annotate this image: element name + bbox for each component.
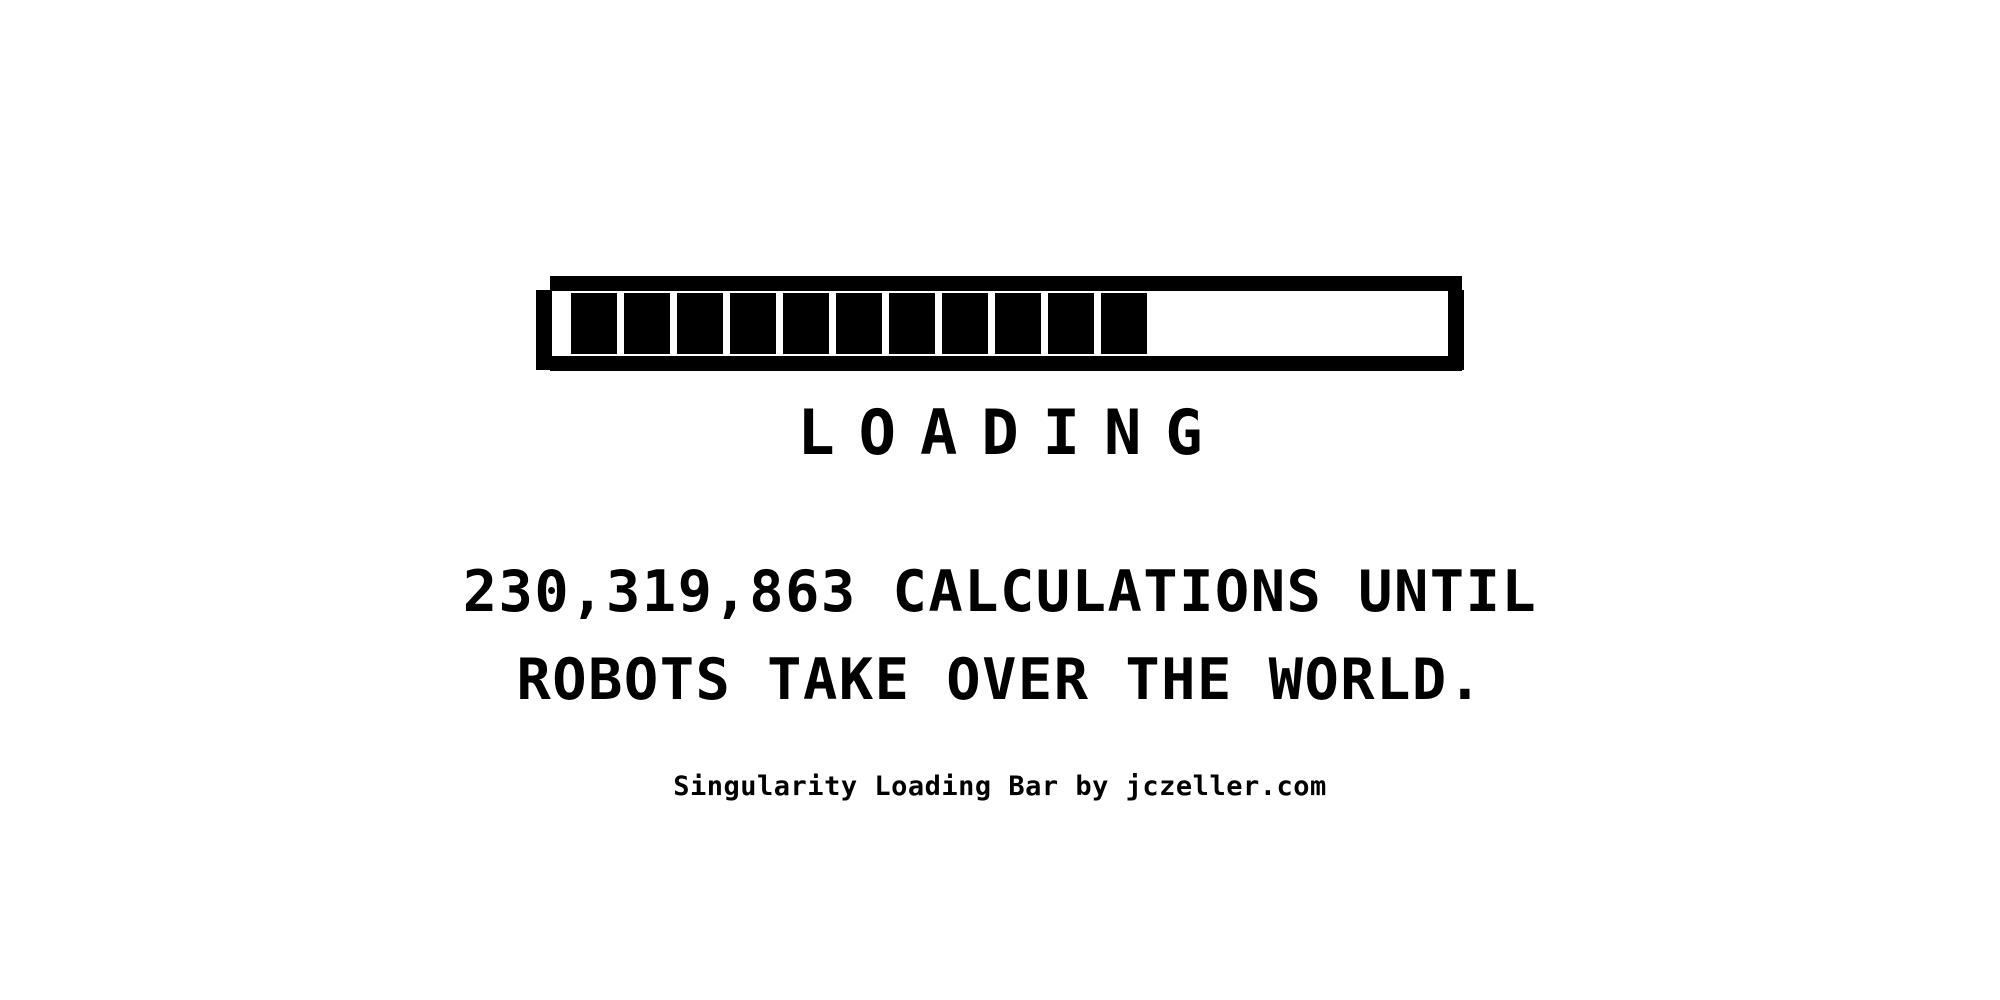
progress-bar-segment-filled: [889, 293, 935, 354]
progress-bar-top-rail: [550, 276, 1462, 291]
loading-status-label: LOADING: [797, 396, 1227, 469]
headline-line-1: 230,319,863 CALCULATIONS UNTIL: [462, 559, 1538, 625]
progress-bar-segment-filled: [571, 293, 617, 354]
progress-bar-track: [554, 292, 1446, 355]
progress-bar-segment-filled: [1101, 293, 1147, 354]
progress-bar-bottom-rail: [550, 356, 1462, 371]
progress-bar-segment-filled: [624, 293, 670, 354]
progress-bar-segment-filled: [995, 293, 1041, 354]
page-root: LOADING 230,319,863 CALCULATIONS UNTIL R…: [0, 0, 2000, 1000]
headline-text: 230,319,863 CALCULATIONS UNTIL ROBOTS TA…: [0, 548, 2000, 724]
progress-bar-segment-filled: [783, 293, 829, 354]
headline-line-2: ROBOTS TAKE OVER THE WORLD.: [516, 647, 1484, 713]
progress-bar-segment-filled: [730, 293, 776, 354]
progress-bar-segment-filled: [942, 293, 988, 354]
progress-bar-segment-filled: [836, 293, 882, 354]
progress-bar-segment-filled: [1048, 293, 1094, 354]
loading-progress-bar: [536, 276, 1464, 372]
progress-bar-segment-filled: [677, 293, 723, 354]
credit-line: Singularity Loading Bar by jczeller.com: [673, 771, 1327, 802]
